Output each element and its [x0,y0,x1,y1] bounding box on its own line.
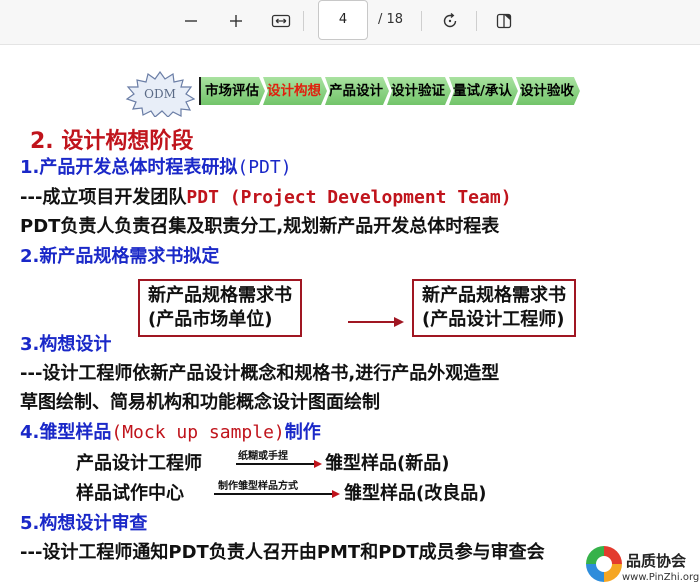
item1-line2: PDT负责人负责召集及职责分工,规划新产品开发总体时程表 [20,216,500,237]
watermark-url: www.PinZhi.org [622,572,700,583]
rotate-button[interactable] [436,7,464,35]
slide-page: ODM 市场评估 设计构想 产品设计 设计验证 量试/承认 设计验收 2. 设计… [0,45,700,588]
toolbar-divider [421,11,422,31]
item1-line1-prefix: ---成立项目开发团队 [20,187,187,208]
process-flow-bar: 市场评估 设计构想 产品设计 设计验证 量试/承认 设计验收 [199,77,578,105]
fit-width-button[interactable] [267,7,295,35]
process-step-design-verification: 设计验证 [387,77,451,105]
item3-line2: 草图绘制、简易机构和功能概念设计图面绘制 [20,392,380,413]
flow1-from: 产品设计工程师 [76,453,202,474]
page-view-icon [496,13,512,29]
item3-line1: ---设计工程师依新产品设计概念和规格书,进行产品外观造型 [20,363,500,384]
spec-box-left-line1: 新产品规格需求书 [148,285,292,306]
arrow-head-icon [332,490,340,498]
arrow-head-icon [314,460,322,468]
zoom-in-button[interactable] [222,7,250,35]
spec-transfer-arrow [348,321,396,323]
toolbar-divider [476,11,477,31]
process-step-trial-approval: 量试/承认 [449,77,518,105]
process-step-design-concept: 设计构想 [263,77,327,105]
spec-box-right-line2: (产品设计工程师) [422,309,565,330]
item1-suffix: (PDT) [237,157,292,178]
flow2-arrow [214,493,334,495]
rotate-icon [443,12,457,28]
flow2-to: 雏型样品(改良品) [344,483,487,504]
spec-box-design-engineer: 新产品规格需求书 (产品设计工程师) [412,279,576,337]
fit-width-icon [271,14,291,28]
section-title: 2. 设计构想阶段 [30,129,194,154]
arrow-head-icon [394,317,404,327]
page-number-input[interactable]: 4 [318,0,368,40]
page-view-button[interactable] [490,7,518,35]
plus-icon [230,15,242,27]
spec-box-market-unit: 新产品规格需求书 (产品市场单位) [138,279,302,337]
spec-box-right-line1: 新产品规格需求书 [422,285,566,306]
item1-title: 1.产品开发总体时程表研拟 [20,157,238,178]
watermark-title: 品质协会 [626,552,687,570]
item1-heading: 1.产品开发总体时程表研拟(PDT) [20,153,292,179]
process-step-design-acceptance: 设计验收 [516,77,580,105]
flow2-method-label: 制作雏型样品方式 [218,481,298,492]
item3-heading: 3.构想设计 [20,334,112,355]
item1-line1: ---成立项目开发团队PDT (Project Development Team… [20,183,512,209]
zoom-out-button[interactable] [177,7,205,35]
flow1-method-label: 纸糊或手捏 [238,451,288,462]
toolbar-divider [303,11,304,31]
minus-icon [185,20,197,22]
item5-line1: ---设计工程师通知PDT负责人召开由PMT和PDT成员参与审查会 [20,542,545,563]
flow1-to: 雏型样品(新品) [325,453,450,474]
page-total-label: / 18 [378,12,404,27]
spec-box-left-line2: (产品市场单位) [148,309,273,330]
pdf-toolbar: 4 / 18 [0,0,700,45]
item4-heading: 4.雏型样品(Mock up sample)制作 [20,418,321,444]
flow2-from: 样品试作中心 [76,483,184,504]
mock-up-term: (Mock up sample) [111,422,285,443]
flow1-arrow [236,463,316,465]
item2-heading: 2.新产品规格需求书拟定 [20,246,220,267]
pinzhi-logo-icon [586,546,622,582]
process-step-market-evaluation: 市场评估 [199,77,265,105]
process-step-product-design: 产品设计 [325,77,389,105]
site-watermark: 品质协会 www.PinZhi.org [582,546,700,588]
pdt-term: PDT (Project Development Team) [186,187,512,208]
item4-title-a: 4.雏型样品 [20,422,112,443]
item4-title-b: 制作 [284,422,321,443]
item5-heading: 5.构想设计审查 [20,513,148,534]
odm-badge-label: ODM [144,87,176,101]
